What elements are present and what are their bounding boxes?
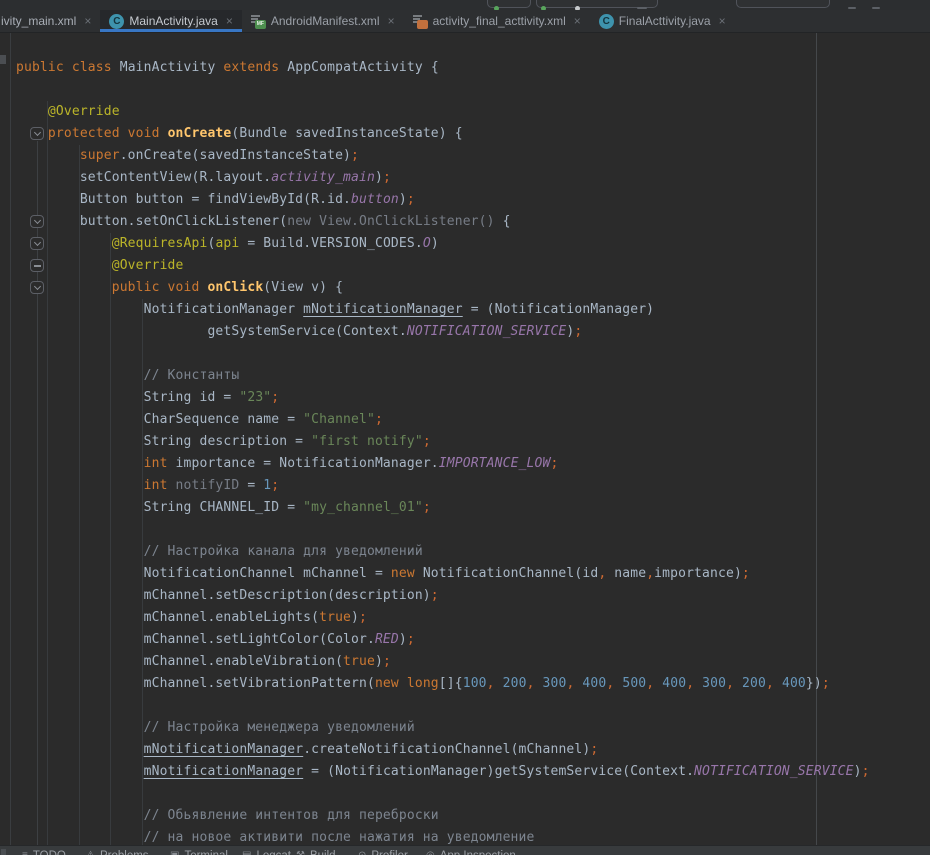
code-line (16, 343, 930, 365)
code-line: CharSequence name = "Channel"; (16, 409, 930, 431)
code-line (16, 519, 930, 541)
chevron-down-icon (33, 239, 40, 246)
tool-window-label: App Inspection (440, 850, 516, 855)
editor-tab-activity-final-acttivity-xml[interactable]: activity_final_acttivity.xml × (404, 10, 590, 32)
code-line: // Настройка менеджера уведомлений (16, 717, 930, 739)
code-line (16, 79, 930, 101)
device-selector-chip[interactable] (736, 0, 830, 8)
code-line: Button button = findViewById(R.id.button… (16, 189, 930, 211)
more-actions-icon[interactable] (637, 7, 647, 9)
tab-close-icon[interactable]: × (719, 14, 726, 28)
tool-window-stripe-icon (1, 849, 6, 855)
chevron-down-icon (33, 283, 40, 290)
code-line: mChannel.setVibrationPattern(new long[]{… (16, 673, 930, 695)
logcat-icon: ▤ (242, 851, 251, 855)
editor-tab-androidmanifest-xml[interactable]: MF AndroidManifest.xml × (242, 10, 404, 32)
tab-close-icon[interactable]: × (84, 14, 91, 28)
code-line: super.onCreate(savedInstanceState); (16, 145, 930, 167)
tab-label: MainActivity.java (129, 14, 217, 28)
fold-marker-chevron[interactable] (30, 127, 44, 140)
tool-window-label: Profiler (371, 850, 407, 855)
tool-window-button-profiler[interactable]: ⊙ Profiler (358, 850, 408, 855)
tool-window-bar: ≡ TODO ⚠ Problems ▣ Terminal ▤ Logcat ⚒ Build ⊙ Pro… (0, 845, 930, 855)
tool-window-button-todo[interactable]: ≡ TODO (22, 850, 66, 855)
code-line: protected void onCreate(Bundle savedInst… (16, 123, 930, 145)
code-line: getSystemService(Context.NOTIFICATION_SE… (16, 321, 930, 343)
code-content[interactable]: public class MainActivity extends AppCom… (16, 57, 930, 845)
android-studio-window: ivity_main.xml × C MainActivity.java × MF Andr… (0, 0, 930, 855)
tool-window-label: Logcat (256, 850, 291, 855)
tool-window-label: Build (310, 850, 336, 855)
tab-close-icon[interactable]: × (226, 14, 233, 28)
chevron-down-icon (33, 129, 40, 136)
java-class-icon: C (109, 14, 124, 29)
code-line: int importance = NotificationManager.IMP… (16, 453, 930, 475)
tab-label: FinalActtivity.java (619, 14, 711, 28)
code-line: mNotificationManager.createNotificationC… (16, 739, 930, 761)
fold-marker-chevron[interactable] (30, 237, 44, 250)
tool-window-button-logcat[interactable]: ▤ Logcat (242, 850, 291, 855)
code-line: NotificationManager mNotificationManager… (16, 299, 930, 321)
code-line (16, 783, 930, 805)
editor-tab-ivity-main-xml[interactable]: ivity_main.xml × (0, 10, 100, 32)
code-line: @Override (16, 101, 930, 123)
code-line: String id = "23"; (16, 387, 930, 409)
toolbar-icon[interactable] (848, 7, 856, 9)
code-line: // на новое активити после нажатия на ув… (16, 827, 930, 845)
tool-window-label: Terminal (184, 850, 227, 855)
collapse-icon (34, 265, 41, 267)
tab-label: AndroidManifest.xml (271, 14, 380, 28)
chevron-down-icon (33, 217, 40, 224)
code-line: button.setOnClickListener(new View.OnCli… (16, 211, 930, 233)
tool-window-button-app-inspection[interactable]: ◎ App Inspection (426, 850, 516, 855)
code-line: int notifyID = 1; (16, 475, 930, 497)
todo-icon: ≡ (22, 851, 28, 855)
code-line: mChannel.enableVibration(true); (16, 651, 930, 673)
code-line: NotificationChannel mChannel = new Notif… (16, 563, 930, 585)
code-line: @RequiresApi(api = Build.VERSION_CODES.O… (16, 233, 930, 255)
code-line: mChannel.setLightColor(Color.RED); (16, 629, 930, 651)
editor-tab-bar: ivity_main.xml × C MainActivity.java × MF Andr… (0, 10, 930, 33)
code-line: mChannel.setDescription(description); (16, 585, 930, 607)
problems-icon: ⚠ (86, 851, 95, 855)
editor-tab-finalacttivity-java[interactable]: C FinalActtivity.java × (590, 10, 735, 32)
tab-close-icon[interactable]: × (388, 14, 395, 28)
code-line: // Обьявление интентов для переброски (16, 805, 930, 827)
code-line: String description = "first notify"; (16, 431, 930, 453)
fold-marker-chevron[interactable] (30, 215, 44, 228)
manifest-file-icon: MF (251, 14, 266, 29)
code-line (16, 695, 930, 717)
tab-label: ivity_main.xml (1, 14, 76, 28)
gutter-separator (10, 33, 11, 845)
code-editor[interactable]: public class MainActivity extends AppCom… (0, 33, 930, 845)
terminal-icon: ▣ (170, 851, 179, 855)
tool-window-button-problems[interactable]: ⚠ Problems (86, 850, 149, 855)
code-line: public class MainActivity extends AppCom… (16, 57, 930, 79)
code-line: // Настройка канала для уведомлений (16, 541, 930, 563)
fold-marker-minus[interactable] (30, 259, 44, 272)
code-line: public void onClick(View v) { (16, 277, 930, 299)
tab-close-icon[interactable]: × (574, 14, 581, 28)
tool-window-label: TODO (33, 850, 66, 855)
profiler-icon: ⊙ (358, 851, 366, 855)
code-line: mNotificationManager = (NotificationMana… (16, 761, 930, 783)
gutter-icon-sliver (0, 55, 6, 64)
code-line: @Override (16, 255, 930, 277)
java-class-icon: C (599, 14, 614, 29)
tool-window-button-build[interactable]: ⚒ Build (296, 850, 336, 855)
main-toolbar-sliver (0, 0, 930, 10)
tab-label: activity_final_acttivity.xml (433, 14, 566, 28)
tool-window-label: Problems (100, 850, 149, 855)
app-inspection-icon: ◎ (426, 851, 435, 855)
fold-marker-chevron[interactable] (30, 281, 44, 294)
code-line: mChannel.enableLights(true); (16, 607, 930, 629)
editor-tab-mainactivity-java[interactable]: C MainActivity.java × (100, 10, 242, 32)
code-line: // Константы (16, 365, 930, 387)
code-line: setContentView(R.layout.activity_main); (16, 167, 930, 189)
toolbar-icon[interactable] (872, 7, 880, 9)
code-line: String CHANNEL_ID = "my_channel_01"; (16, 497, 930, 519)
tool-window-button-terminal[interactable]: ▣ Terminal (170, 850, 228, 855)
layout-file-icon (413, 14, 428, 29)
build-icon: ⚒ (296, 851, 305, 855)
